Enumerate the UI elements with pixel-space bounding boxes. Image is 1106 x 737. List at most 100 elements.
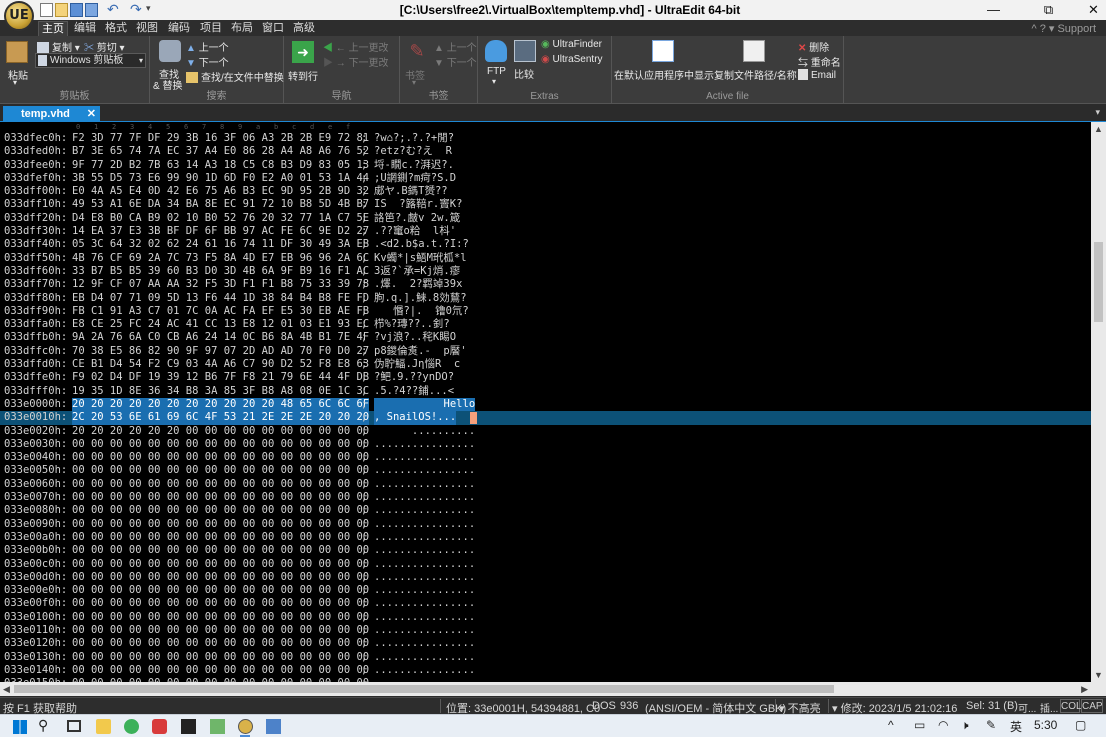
row-ascii[interactable]: ................	[374, 531, 475, 544]
tab-layout[interactable]: 布局	[229, 21, 255, 36]
tab-list-arrow-icon[interactable]: ▾	[1095, 107, 1100, 118]
hex-row[interactable]: 033e0090h: 00 00 00 00 00 00 00 00 00 00 …	[0, 518, 1091, 531]
row-hex-bytes[interactable]: 00 00 00 00 00 00 00 00 00 00 00 00 00 0…	[72, 597, 369, 610]
scroll-down-icon[interactable]: ▼	[1091, 670, 1106, 680]
tab-home[interactable]: 主页	[38, 21, 68, 36]
row-ascii[interactable]: IS ?簬鞛r.竇K?	[374, 198, 462, 211]
row-hex-bytes[interactable]: E0 4A A5 E4 0D 42 E6 75 A6 B3 EC 9D 95 2…	[72, 185, 369, 198]
hex-row[interactable]: 033e00e0h: 00 00 00 00 00 00 00 00 00 00 …	[0, 584, 1091, 597]
hex-row[interactable]: 033dffe0h: F9 02 D4 DF 19 39 12 B6 7F F8 …	[0, 371, 1091, 384]
tab-advanced[interactable]: 高级	[291, 21, 317, 36]
row-hex-bytes[interactable]: B7 3E 65 74 7A EC 37 A4 E0 86 28 A4 A8 A…	[72, 145, 369, 158]
row-ascii[interactable]: ................	[374, 438, 475, 451]
notifications-icon[interactable]: ▢	[1075, 718, 1086, 732]
hex-row[interactable]: 033e0080h: 00 00 00 00 00 00 00 00 00 00 …	[0, 504, 1091, 517]
row-hex-bytes[interactable]: 00 00 00 00 00 00 00 00 00 00 00 00 00 0…	[72, 651, 369, 664]
row-ascii[interactable]: ;U誷鍘?m疴?S.D	[374, 172, 456, 185]
clipboard-select[interactable]: Windows 剪贴板 ▾	[35, 53, 146, 68]
hex-row[interactable]: 033dfec0h: F2 3D 77 7F DF 29 3B 16 3F 06 …	[0, 132, 1091, 145]
row-ascii[interactable]: Kv蠋*|s鯃M玳柧*l	[374, 252, 467, 265]
vertical-scrollbar[interactable]: ▲ ▼	[1091, 122, 1106, 682]
row-ascii[interactable]: ................	[374, 584, 475, 597]
terminal-icon[interactable]	[181, 719, 196, 734]
row-hex-bytes[interactable]: 00 00 00 00 00 00 00 00 00 00 00 00 00 0…	[72, 451, 369, 464]
row-ascii[interactable]: ................	[374, 651, 475, 664]
row-hex-bytes[interactable]: 20 20 20 20 20 20 20 20 20 20 20 48 65 6…	[72, 397, 370, 412]
row-ascii[interactable]: 郕ヤ.B鎷T赟??	[374, 185, 448, 198]
rename-button[interactable]: ⇆ 重命名	[798, 54, 841, 69]
hex-row[interactable]: 033dff10h: 49 53 A1 6E DA 34 BA 8E EC 91 …	[0, 198, 1091, 211]
hex-editor[interactable]: 0 1 2 3 4 5 6 7 8 9 a b c d e f 033dfec0h: F2 3D 77 7F D…	[0, 122, 1091, 682]
row-hex-bytes[interactable]: 00 00 00 00 00 00 00 00 00 00 00 00 00 0…	[72, 464, 369, 477]
hex-row[interactable]: 033dfff0h: 19 35 1D 8E 36 34 B8 3A 85 3F …	[0, 385, 1091, 398]
row-hex-bytes[interactable]: F9 02 D4 DF 19 39 12 B6 7F F8 21 79 6E 4…	[72, 371, 369, 384]
bookmark-prev-button[interactable]: ▲ 上一个	[434, 39, 477, 54]
search-icon[interactable]: ⚲	[38, 717, 48, 734]
row-hex-bytes[interactable]: 00 00 00 00 00 00 00 00 00 00 00 00 00 0…	[72, 478, 369, 491]
row-ascii[interactable]: ................	[374, 664, 475, 677]
hex-row[interactable]: 033dff90h: FB C1 91 A3 C7 01 7C 0A AC FA …	[0, 305, 1091, 318]
tab-format[interactable]: 格式	[103, 21, 129, 36]
show-hidden-icons[interactable]: ^	[888, 718, 894, 732]
show-in-app-button[interactable]: 在默认应用程序中显示	[614, 38, 714, 84]
row-ascii[interactable]: ................	[374, 544, 475, 557]
row-ascii[interactable]: ................	[374, 637, 475, 650]
row-ascii[interactable]: ................	[374, 464, 475, 477]
row-ascii[interactable]: Hello	[374, 397, 476, 412]
hex-row[interactable]: 033dff50h: 4B 76 CF 69 2A 7C 73 F5 8A 4D …	[0, 252, 1091, 265]
row-hex-bytes[interactable]: 12 9F CF 07 AA AA 32 F5 3D F1 F1 B8 75 3…	[72, 278, 369, 291]
cut-button[interactable]: ✂ 剪切 ▾	[84, 39, 125, 54]
pen-icon[interactable]: ✎	[986, 718, 996, 732]
hex-row[interactable]: 033e0030h: 00 00 00 00 00 00 00 00 00 00 …	[0, 438, 1091, 451]
hex-row[interactable]: 033dff60h: 33 B7 B5 B5 39 60 B3 D0 3D 4B …	[0, 265, 1091, 278]
row-hex-bytes[interactable]: 14 EA 37 E3 3B BF DF 6F BB 97 AC FE 6C 9…	[72, 225, 369, 238]
row-ascii[interactable]: 埒-瞯c.?湃迟?.	[374, 159, 454, 172]
row-hex-bytes[interactable]: 00 00 00 00 00 00 00 00 00 00 00 00 00 0…	[72, 611, 369, 624]
row-ascii[interactable]: ................	[374, 491, 475, 504]
row-hex-bytes[interactable]: 20 20 20 20 20 20 00 00 00 00 00 00 00 0…	[72, 425, 369, 438]
minimize-button[interactable]: —	[971, 0, 1016, 20]
start-windows-icon[interactable]	[13, 720, 27, 734]
row-hex-bytes[interactable]: 9F 77 2D B2 7B 63 14 A3 18 C5 C8 B3 D9 8…	[72, 159, 369, 172]
row-hex-bytes[interactable]: 00 00 00 00 00 00 00 00 00 00 00 00 00 0…	[72, 584, 369, 597]
tab-view[interactable]: 视图	[134, 21, 160, 36]
hex-row[interactable]: 033e00a0h: 00 00 00 00 00 00 00 00 00 00 …	[0, 531, 1091, 544]
row-hex-bytes[interactable]: 00 00 00 00 00 00 00 00 00 00 00 00 00 0…	[72, 558, 369, 571]
clock-time[interactable]: 5:30	[1034, 718, 1057, 732]
hex-rows[interactable]: 033dfec0h: F2 3D 77 7F DF 29 3B 16 3F 06 …	[0, 132, 1091, 682]
row-ascii[interactable]: ?etz?む?え R	[374, 145, 452, 158]
next-change-button[interactable]: ▶ → 下一更改	[323, 54, 389, 69]
horizontal-scroll-thumb[interactable]	[14, 685, 834, 693]
codepage-number[interactable]: 936	[620, 700, 638, 712]
hex-row[interactable]: 033e0100h: 00 00 00 00 00 00 00 00 00 00 …	[0, 611, 1091, 624]
row-ascii[interactable]: ................	[374, 558, 475, 571]
ultraedit-taskbar-icon[interactable]	[238, 719, 253, 734]
hex-row[interactable]: 033e0070h: 00 00 00 00 00 00 00 00 00 00 …	[0, 491, 1091, 504]
row-hex-bytes[interactable]: EB D4 07 71 09 5D 13 F6 44 1D 38 84 B4 B…	[72, 292, 369, 305]
find-replace-button[interactable]: 查找 & 替换	[153, 38, 187, 92]
close-tab-icon[interactable]: ✕	[87, 106, 96, 122]
row-hex-bytes[interactable]: 00 00 00 00 00 00 00 00 00 00 00 00 00 0…	[72, 664, 369, 677]
row-ascii[interactable]: ................	[374, 611, 475, 624]
row-ascii[interactable]: ?w⌂?;.?.?+閒?	[374, 132, 454, 145]
hex-row[interactable]: 033dff00h: E0 4A A5 E4 0D 42 E6 75 A6 B3 …	[0, 185, 1091, 198]
tab-project[interactable]: 项目	[198, 21, 224, 36]
hex-row[interactable]: 033dff80h: EB D4 07 71 09 5D 13 F6 44 1D …	[0, 292, 1091, 305]
vertical-scroll-thumb[interactable]	[1094, 242, 1103, 322]
document-tab[interactable]: temp.vhd ✕	[3, 106, 100, 122]
tab-encoding[interactable]: 编码	[166, 21, 192, 36]
find-in-files-button[interactable]: 查找/在文件中替换	[186, 69, 284, 84]
bookmark-next-button[interactable]: ▼ 下一个	[434, 54, 477, 69]
hex-row[interactable]: 033dff70h: 12 9F CF 07 AA AA 32 F5 3D F1 …	[0, 278, 1091, 291]
scroll-up-icon[interactable]: ▲	[1091, 124, 1106, 134]
email-button[interactable]: Email	[798, 69, 836, 81]
prev-change-button[interactable]: ◀ ← 上一更改	[323, 39, 389, 54]
row-hex-bytes[interactable]: 49 53 A1 6E DA 34 BA 8E EC 91 72 10 B8 5…	[72, 198, 369, 211]
hex-row[interactable]: 033dff30h: 14 EA 37 E3 3B BF DF 6F BB 97 …	[0, 225, 1091, 238]
row-ascii[interactable]: p8鍐倫煑.- p饜'	[374, 345, 467, 358]
ultrasentry-button[interactable]: ◉ UltraSentry	[541, 54, 603, 65]
notepad-icon[interactable]	[210, 719, 225, 734]
collapse-ribbon-icon[interactable]: ^ ? ▾	[1031, 23, 1057, 35]
hex-row[interactable]: 033dffa0h: E8 CE 25 FC 24 AC 41 CC 13 E8 …	[0, 318, 1091, 331]
hex-row[interactable]: 033e0120h: 00 00 00 00 00 00 00 00 00 00 …	[0, 637, 1091, 650]
